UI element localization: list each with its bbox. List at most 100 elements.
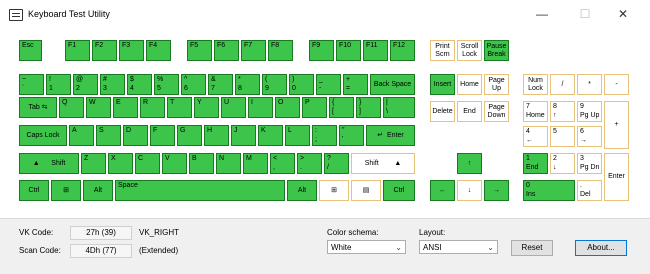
key[interactable]: Caps Lock bbox=[19, 125, 67, 146]
key[interactable]: }] bbox=[356, 97, 381, 118]
key[interactable]: :; bbox=[312, 125, 337, 146]
key[interactable]: / bbox=[550, 74, 575, 95]
key[interactable]: C bbox=[135, 153, 160, 174]
key[interactable]: ▤ bbox=[351, 180, 381, 201]
key[interactable]: F9 bbox=[309, 40, 334, 61]
about-button[interactable]: About... bbox=[575, 240, 627, 256]
key[interactable]: ↑ bbox=[457, 153, 482, 174]
key[interactable]: + bbox=[604, 101, 629, 149]
key[interactable]: " ' bbox=[339, 125, 364, 146]
key[interactable]: 9 Pg Up bbox=[577, 101, 602, 122]
key[interactable]: F3 bbox=[119, 40, 144, 61]
key[interactable]: Delete bbox=[430, 101, 455, 122]
key[interactable]: Print Scrn bbox=[430, 40, 455, 61]
layout-select[interactable]: ANSI ⌄ bbox=[419, 240, 498, 254]
key[interactable]: (9 bbox=[262, 74, 287, 95]
key[interactable]: R bbox=[140, 97, 165, 118]
key[interactable]: Ctrl bbox=[383, 180, 415, 201]
key[interactable]: ← bbox=[430, 180, 455, 201]
key[interactable]: B bbox=[189, 153, 214, 174]
close-button[interactable]: ✕ bbox=[609, 3, 637, 25]
minimize-button[interactable]: — bbox=[528, 3, 556, 25]
key[interactable]: 7 Home bbox=[523, 101, 548, 122]
key[interactable]: Insert bbox=[430, 74, 455, 95]
key[interactable]: F5 bbox=[187, 40, 212, 61]
key[interactable]: @2 bbox=[73, 74, 98, 95]
key[interactable]: Shift ▲ bbox=[351, 153, 415, 174]
key[interactable]: I bbox=[248, 97, 273, 118]
key[interactable]: F4 bbox=[146, 40, 171, 61]
key[interactable]: L bbox=[285, 125, 310, 146]
key[interactable]: ~ ` bbox=[19, 74, 44, 95]
key[interactable]: D bbox=[123, 125, 148, 146]
key[interactable]: 8 ↑ bbox=[550, 101, 575, 122]
key[interactable]: Ctrl bbox=[19, 180, 49, 201]
key[interactable]: Esc bbox=[19, 40, 42, 61]
key[interactable]: <, bbox=[270, 153, 295, 174]
key[interactable]: Alt bbox=[83, 180, 113, 201]
key[interactable]: J bbox=[231, 125, 256, 146]
key[interactable]: #3 bbox=[100, 74, 125, 95]
key[interactable]: F12 bbox=[390, 40, 415, 61]
key[interactable]: Space bbox=[115, 180, 285, 201]
reset-button[interactable]: Reset bbox=[511, 240, 553, 256]
key[interactable]: 4 ← bbox=[523, 126, 548, 147]
key[interactable]: 2 ↓ bbox=[550, 153, 575, 174]
key[interactable]: Page Up bbox=[484, 74, 509, 95]
key[interactable]: V bbox=[162, 153, 187, 174]
key[interactable]: S bbox=[96, 125, 121, 146]
key[interactable]: * bbox=[577, 74, 602, 95]
maximize-button[interactable]: ☐ bbox=[571, 3, 599, 25]
key[interactable]: Tab ⇆ bbox=[19, 97, 57, 118]
key[interactable]: {[ bbox=[329, 97, 354, 118]
key[interactable]: ! 1 bbox=[46, 74, 71, 95]
key[interactable]: X bbox=[108, 153, 133, 174]
key[interactable]: F bbox=[150, 125, 175, 146]
key[interactable]: → bbox=[484, 180, 509, 201]
key[interactable]: _ - bbox=[316, 74, 341, 95]
key[interactable]: W bbox=[86, 97, 111, 118]
key[interactable]: ↓ bbox=[457, 180, 482, 201]
key[interactable]: A bbox=[69, 125, 94, 146]
key[interactable]: Q bbox=[59, 97, 84, 118]
key[interactable]: Pause Break bbox=[484, 40, 509, 61]
key[interactable]: 6 → bbox=[577, 126, 602, 147]
key[interactable]: Page Down bbox=[484, 101, 509, 122]
key[interactable]: % 5 bbox=[154, 74, 179, 95]
key[interactable]: End bbox=[457, 101, 482, 122]
key[interactable]: ▲ Shift bbox=[19, 153, 79, 174]
key[interactable]: M bbox=[243, 153, 268, 174]
key[interactable]: ↵ Enter bbox=[366, 125, 415, 146]
key[interactable]: P bbox=[302, 97, 327, 118]
key[interactable]: 3 Pg Dn bbox=[577, 153, 602, 174]
key[interactable]: $4 bbox=[127, 74, 152, 95]
key[interactable]: Enter bbox=[604, 153, 629, 201]
key[interactable]: N bbox=[216, 153, 241, 174]
key[interactable]: E bbox=[113, 97, 138, 118]
key[interactable]: O bbox=[275, 97, 300, 118]
key[interactable]: Y bbox=[194, 97, 219, 118]
key[interactable]: Back Space bbox=[370, 74, 415, 95]
key[interactable]: 5 bbox=[550, 126, 575, 147]
key[interactable]: ⊞ bbox=[51, 180, 81, 201]
key[interactable]: T bbox=[167, 97, 192, 118]
key[interactable]: Num Lock bbox=[523, 74, 548, 95]
key[interactable]: ? / bbox=[324, 153, 349, 174]
key[interactable]: 0 Ins bbox=[523, 180, 575, 201]
key[interactable]: F1 bbox=[65, 40, 90, 61]
key[interactable]: F10 bbox=[336, 40, 361, 61]
key[interactable]: ) 0 bbox=[289, 74, 314, 95]
key[interactable]: Home bbox=[457, 74, 482, 95]
key[interactable]: Z bbox=[81, 153, 106, 174]
key[interactable]: & 7 bbox=[208, 74, 233, 95]
key[interactable]: F2 bbox=[92, 40, 117, 61]
key[interactable]: F11 bbox=[363, 40, 388, 61]
key[interactable]: G bbox=[177, 125, 202, 146]
key[interactable]: Alt bbox=[287, 180, 317, 201]
key[interactable]: H bbox=[204, 125, 229, 146]
key[interactable]: 1 End bbox=[523, 153, 548, 174]
key[interactable]: U bbox=[221, 97, 246, 118]
key[interactable]: | \ bbox=[383, 97, 415, 118]
key[interactable]: Scroll Lock bbox=[457, 40, 482, 61]
key[interactable]: F8 bbox=[268, 40, 293, 61]
